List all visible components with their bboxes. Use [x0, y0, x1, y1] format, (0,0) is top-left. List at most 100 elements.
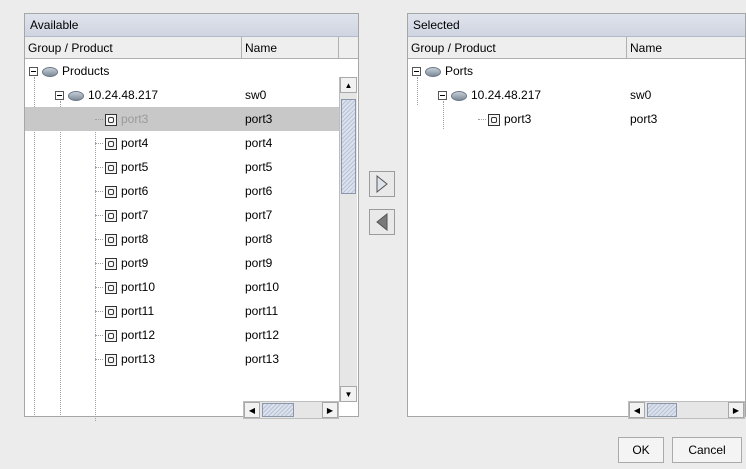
port-name: port9 [245, 256, 273, 270]
tree-row-root[interactable]: Ports [408, 59, 745, 83]
port-row[interactable]: port6 port6 [25, 179, 339, 203]
available-col-name-header[interactable]: Name [242, 37, 339, 59]
tree-line [95, 143, 103, 144]
collapse-icon[interactable] [412, 67, 421, 77]
port-icon [105, 185, 117, 198]
arrow-left-icon [376, 213, 388, 231]
port-icon [488, 113, 500, 126]
port-icon [105, 233, 117, 246]
port-row[interactable]: port12 port12 [25, 323, 339, 347]
port-tree-label: port3 [105, 107, 148, 131]
scroll-right-button[interactable]: ▶ [322, 402, 338, 418]
selected-col-group-header[interactable]: Group / Product [408, 37, 627, 59]
cancel-button[interactable]: Cancel [672, 437, 742, 463]
port-icon [105, 329, 117, 342]
tree-line [95, 287, 103, 288]
port-tree-label: port12 [105, 323, 155, 347]
collapse-icon[interactable] [438, 91, 447, 101]
scroll-thumb[interactable] [262, 403, 294, 417]
port-name: port3 [245, 112, 273, 126]
scroll-left-button[interactable]: ◀ [629, 402, 645, 418]
selected-table: Group / Product Name Ports 10.24.48.217 … [408, 37, 745, 419]
switch-icon [451, 90, 467, 101]
tree-line [95, 119, 103, 120]
switch-icon [68, 90, 84, 101]
tree-line [95, 191, 103, 192]
port-row[interactable]: port8 port8 [25, 227, 339, 251]
port-label: port10 [121, 280, 156, 294]
tree-line [95, 239, 103, 240]
port-row[interactable]: port11 port11 [25, 299, 339, 323]
port-label: port3 [504, 112, 532, 126]
port-name: port3 [630, 112, 658, 126]
port-label: port9 [121, 256, 149, 270]
selected-panel-title: Selected [408, 14, 745, 37]
port-name: port13 [245, 352, 280, 366]
port-name: port4 [245, 136, 273, 150]
scroll-up-button[interactable]: ▲ [340, 77, 357, 93]
scroll-thumb[interactable] [341, 99, 356, 194]
selected-horizontal-scrollbar[interactable]: ◀ ▶ [628, 401, 745, 419]
port-name: port12 [245, 328, 280, 342]
port-label: port3 [121, 112, 149, 126]
port-tree-label: port3 [488, 107, 531, 131]
scroll-left-button[interactable]: ◀ [244, 402, 260, 418]
selected-panel: Selected Group / Product Name Ports 10.2… [407, 13, 746, 419]
port-label: port6 [121, 184, 149, 198]
port-tree-label: port11 [105, 299, 154, 323]
port-row[interactable]: port4 port4 [25, 131, 339, 155]
tree-line [95, 311, 103, 312]
collapse-icon[interactable] [55, 91, 64, 101]
arrow-right-icon [376, 175, 388, 193]
port-tree-label: port7 [105, 203, 148, 227]
port-row[interactable]: port9 port9 [25, 251, 339, 275]
available-col-group-header[interactable]: Group / Product [25, 37, 242, 59]
port-name: port5 [245, 160, 273, 174]
add-to-selected-button[interactable] [369, 171, 395, 197]
scroll-thumb[interactable] [647, 403, 677, 417]
available-table: Group / Product Name Products 10.24.48.2… [25, 37, 358, 421]
port-icon [105, 209, 117, 222]
port-row[interactable]: port10 port10 [25, 275, 339, 299]
tree-row-root[interactable]: Products [25, 59, 339, 83]
scroll-down-button[interactable]: ▼ [340, 386, 357, 402]
remove-from-selected-button[interactable] [369, 209, 395, 235]
ok-button[interactable]: OK [618, 437, 664, 463]
tree-row-host[interactable]: 10.24.48.217 sw0 [25, 83, 339, 107]
selected-col-name-header[interactable]: Name [627, 37, 745, 59]
scroll-right-button[interactable]: ▶ [728, 402, 744, 418]
collapse-icon[interactable] [29, 67, 38, 77]
port-icon [105, 281, 117, 294]
port-row[interactable]: port3 port3 [408, 107, 745, 131]
root-label: Ports [445, 64, 474, 78]
port-tree-label: port10 [105, 275, 155, 299]
tree-line [478, 119, 486, 120]
port-icon [105, 137, 117, 150]
port-name: port10 [245, 280, 280, 294]
available-horizontal-scrollbar[interactable]: ◀ ▶ [243, 401, 339, 419]
port-icon [105, 161, 117, 174]
port-label: port12 [121, 328, 156, 342]
port-row[interactable]: port7 port7 [25, 203, 339, 227]
available-vertical-scrollbar[interactable]: ▲ ▼ [339, 77, 357, 402]
port-tree-label: port5 [105, 155, 148, 179]
port-label: port13 [121, 352, 156, 366]
port-label: port5 [121, 160, 149, 174]
root-label: Products [62, 64, 110, 78]
port-icon [105, 113, 117, 126]
port-icon [105, 353, 117, 366]
tree-line [95, 167, 103, 168]
port-label: port7 [121, 208, 149, 222]
port-row[interactable]: port5 port5 [25, 155, 339, 179]
port-tree-label: port9 [105, 251, 148, 275]
port-label: port8 [121, 232, 149, 246]
ports-group-icon [425, 66, 441, 77]
tree-row-host[interactable]: 10.24.48.217 sw0 [408, 83, 745, 107]
port-icon [105, 257, 117, 270]
port-row[interactable]: port3 port3 [25, 107, 339, 131]
products-group-icon [42, 66, 58, 77]
port-row[interactable]: port13 port13 [25, 347, 339, 371]
tree-line [95, 215, 103, 216]
port-name: port8 [245, 232, 273, 246]
port-name: port6 [245, 184, 273, 198]
